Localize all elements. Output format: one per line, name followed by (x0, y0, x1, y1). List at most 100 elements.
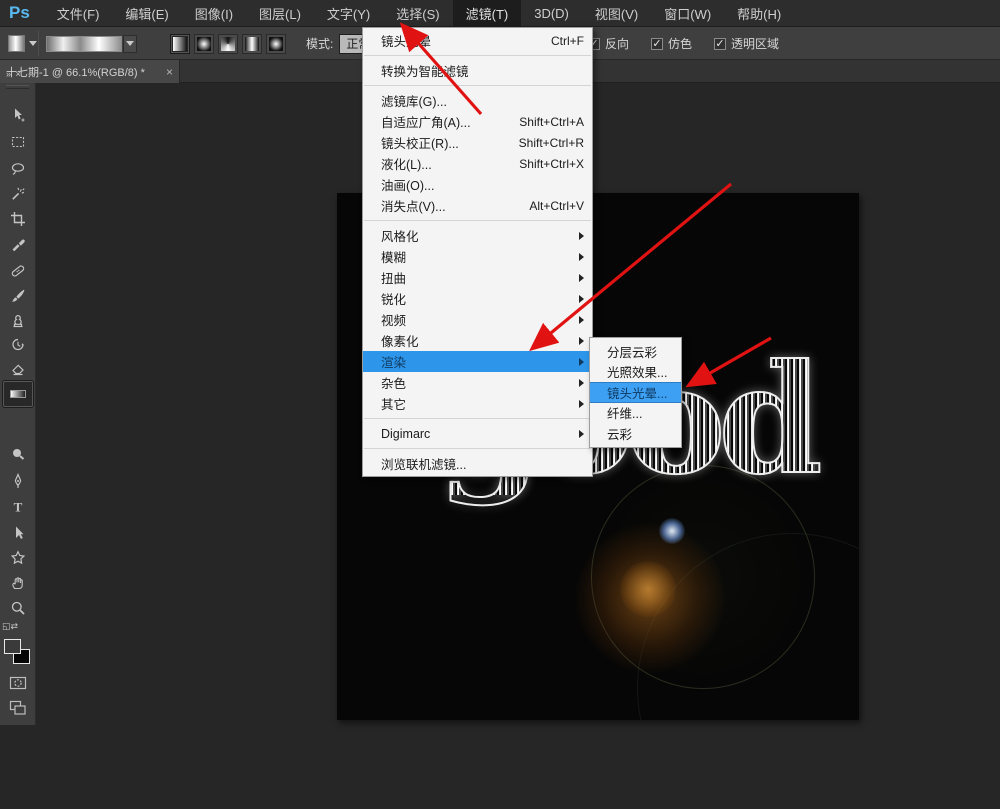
menu-title-1[interactable]: 文件(F) (44, 0, 113, 27)
marquee-tool[interactable] (3, 129, 33, 155)
filter-menu-item[interactable]: 镜头校正(R)...Shift+Ctrl+R (363, 132, 592, 153)
chevron-down-icon (29, 41, 37, 46)
filter-menu-item[interactable]: 锐化 (363, 288, 592, 309)
submenu-arrow-icon (579, 337, 584, 345)
filter-menu-item[interactable]: 风格化 (363, 225, 592, 246)
filter-menu-item[interactable]: 杂色 (363, 372, 592, 393)
checkbox-label: 透明区域 (731, 35, 779, 52)
eyedropper-tool[interactable] (3, 231, 33, 257)
filter-menu-item[interactable]: 镜头光晕Ctrl+F (363, 30, 592, 51)
screen-mode-button[interactable] (3, 695, 33, 721)
submenu-arrow-icon (579, 430, 584, 438)
move-tool[interactable] (3, 102, 33, 128)
custom-shape-tool[interactable] (3, 545, 33, 571)
options-checkboxes: ✓反向✓仿色✓透明区域 (588, 27, 801, 60)
render-submenu-item[interactable]: 镜头光晕... (590, 382, 681, 403)
crop-tool[interactable] (3, 206, 33, 232)
menu-title-4[interactable]: 图层(L) (246, 0, 314, 27)
filter-menu-item[interactable]: 消失点(V)...Alt+Ctrl+V (363, 195, 592, 216)
menu-item-shortcut: Ctrl+F (551, 34, 584, 48)
menu-item-label: 消失点(V)... (381, 196, 519, 215)
filter-menu-item[interactable]: 模糊 (363, 246, 592, 267)
filter-menu-item[interactable]: 视频 (363, 309, 592, 330)
render-submenu-item[interactable]: 分层云彩 (590, 341, 681, 362)
render-submenu-item[interactable]: 纤维... (590, 403, 681, 424)
type-tool[interactable]: T (3, 494, 33, 520)
menu-item-label: 分层云彩 (607, 342, 675, 361)
swap-colors-icon[interactable]: ◱⇄ (2, 621, 18, 632)
menu-title-3[interactable]: 图像(I) (182, 0, 246, 27)
path-selection-tool[interactable] (3, 520, 33, 546)
checkbox[interactable]: ✓ (714, 38, 726, 50)
quick-selection-tool[interactable] (3, 181, 33, 207)
dodge-tool[interactable] (3, 441, 33, 467)
submenu-arrow-icon (579, 295, 584, 303)
menu-item-label: 扭曲 (381, 268, 573, 287)
filter-menu-item[interactable]: 其它 (363, 393, 592, 414)
menu-title-6[interactable]: 选择(S) (383, 0, 452, 27)
menu-item-shortcut: Shift+Ctrl+A (519, 115, 584, 129)
menu-item-label: 光照效果... (607, 362, 675, 381)
tool-preset-picker[interactable] (8, 27, 37, 60)
lasso-tool[interactable] (3, 156, 33, 182)
filter-menu-item[interactable]: Digimarc (363, 423, 592, 444)
filter-menu-item[interactable]: 扭曲 (363, 267, 592, 288)
filter-menu-item[interactable]: 渲染 (363, 351, 592, 372)
menu-item-label: 云彩 (607, 424, 675, 443)
tools-panel: T ◱⇄ (0, 83, 36, 725)
gradient-type-linear-button[interactable] (170, 34, 190, 54)
gradient-type-reflected-button[interactable] (242, 34, 262, 54)
tab-close-icon[interactable]: × (166, 65, 173, 79)
gradient-type-linear-icon (173, 37, 187, 51)
filter-menu-item[interactable]: 液化(L)...Shift+Ctrl+X (363, 153, 592, 174)
zoom-tool[interactable] (3, 595, 33, 621)
document-tab[interactable]: 十七期-1 @ 66.1%(RGB/8) * × (0, 60, 180, 83)
menu-title-10[interactable]: 窗口(W) (651, 0, 724, 27)
gradient-dropdown-button[interactable] (123, 35, 137, 53)
eraser-tool[interactable] (3, 356, 33, 382)
gradient-type-radial-button[interactable] (194, 34, 214, 54)
pen-tool[interactable] (3, 468, 33, 494)
filter-menu-item[interactable]: 油画(O)... (363, 174, 592, 195)
menu-title-5[interactable]: 文字(Y) (314, 0, 383, 27)
photoshop-window: Ps 文件(F)编辑(E)图像(I)图层(L)文字(Y)选择(S)滤镜(T)3D… (0, 0, 1000, 809)
menu-item-shortcut: Shift+Ctrl+X (519, 157, 584, 171)
foreground-color-swatch[interactable] (4, 639, 21, 654)
gradient-type-angle-button[interactable] (218, 34, 238, 54)
menu-separator (364, 448, 591, 449)
menu-title-8[interactable]: 3D(D) (521, 0, 582, 27)
history-brush-tool[interactable] (3, 332, 33, 358)
filter-menu-item[interactable]: 滤镜库(G)... (363, 90, 592, 111)
filter-menu-item[interactable]: 像素化 (363, 330, 592, 351)
menu-title-2[interactable]: 编辑(E) (112, 0, 181, 27)
option-3: ✓ 透明区域 (714, 35, 779, 52)
menu-title-7[interactable]: 滤镜(T) (453, 0, 522, 27)
gradient-picker[interactable] (46, 27, 137, 60)
menu-bar: Ps 文件(F)编辑(E)图像(I)图层(L)文字(Y)选择(S)滤镜(T)3D… (0, 0, 1000, 27)
hand-tool[interactable] (3, 570, 33, 596)
filter-menu-item[interactable]: 自适应广角(A)...Shift+Ctrl+A (363, 111, 592, 132)
gradient-type-diamond-button[interactable] (266, 34, 286, 54)
svg-text:T: T (14, 500, 23, 515)
healing-brush-tool[interactable] (3, 258, 33, 284)
menu-item-label: 油画(O)... (381, 175, 584, 194)
menu-item-label: 风格化 (381, 226, 573, 245)
quick-mask-button[interactable] (3, 670, 33, 696)
checkbox-label: 仿色 (668, 35, 692, 52)
filter-menu-item[interactable]: 转换为智能滤镜 (363, 60, 592, 81)
submenu-arrow-icon (579, 253, 584, 261)
checkbox[interactable]: ✓ (651, 38, 663, 50)
render-submenu-item[interactable]: 光照效果... (590, 362, 681, 383)
gradient-tool[interactable] (3, 381, 33, 407)
render-submenu-item[interactable]: 云彩 (590, 423, 681, 444)
gradient-preview[interactable] (46, 36, 122, 52)
clone-stamp-tool[interactable] (3, 308, 33, 334)
panel-grip[interactable] (6, 85, 29, 89)
menu-title-9[interactable]: 视图(V) (582, 0, 651, 27)
menu-item-label: 转换为智能滤镜 (381, 61, 584, 80)
menu-separator (364, 220, 591, 221)
menu-item-label: 视频 (381, 310, 573, 329)
filter-menu-item[interactable]: 浏览联机滤镜... (363, 453, 592, 474)
brush-tool[interactable] (3, 283, 33, 309)
menu-title-11[interactable]: 帮助(H) (724, 0, 794, 27)
